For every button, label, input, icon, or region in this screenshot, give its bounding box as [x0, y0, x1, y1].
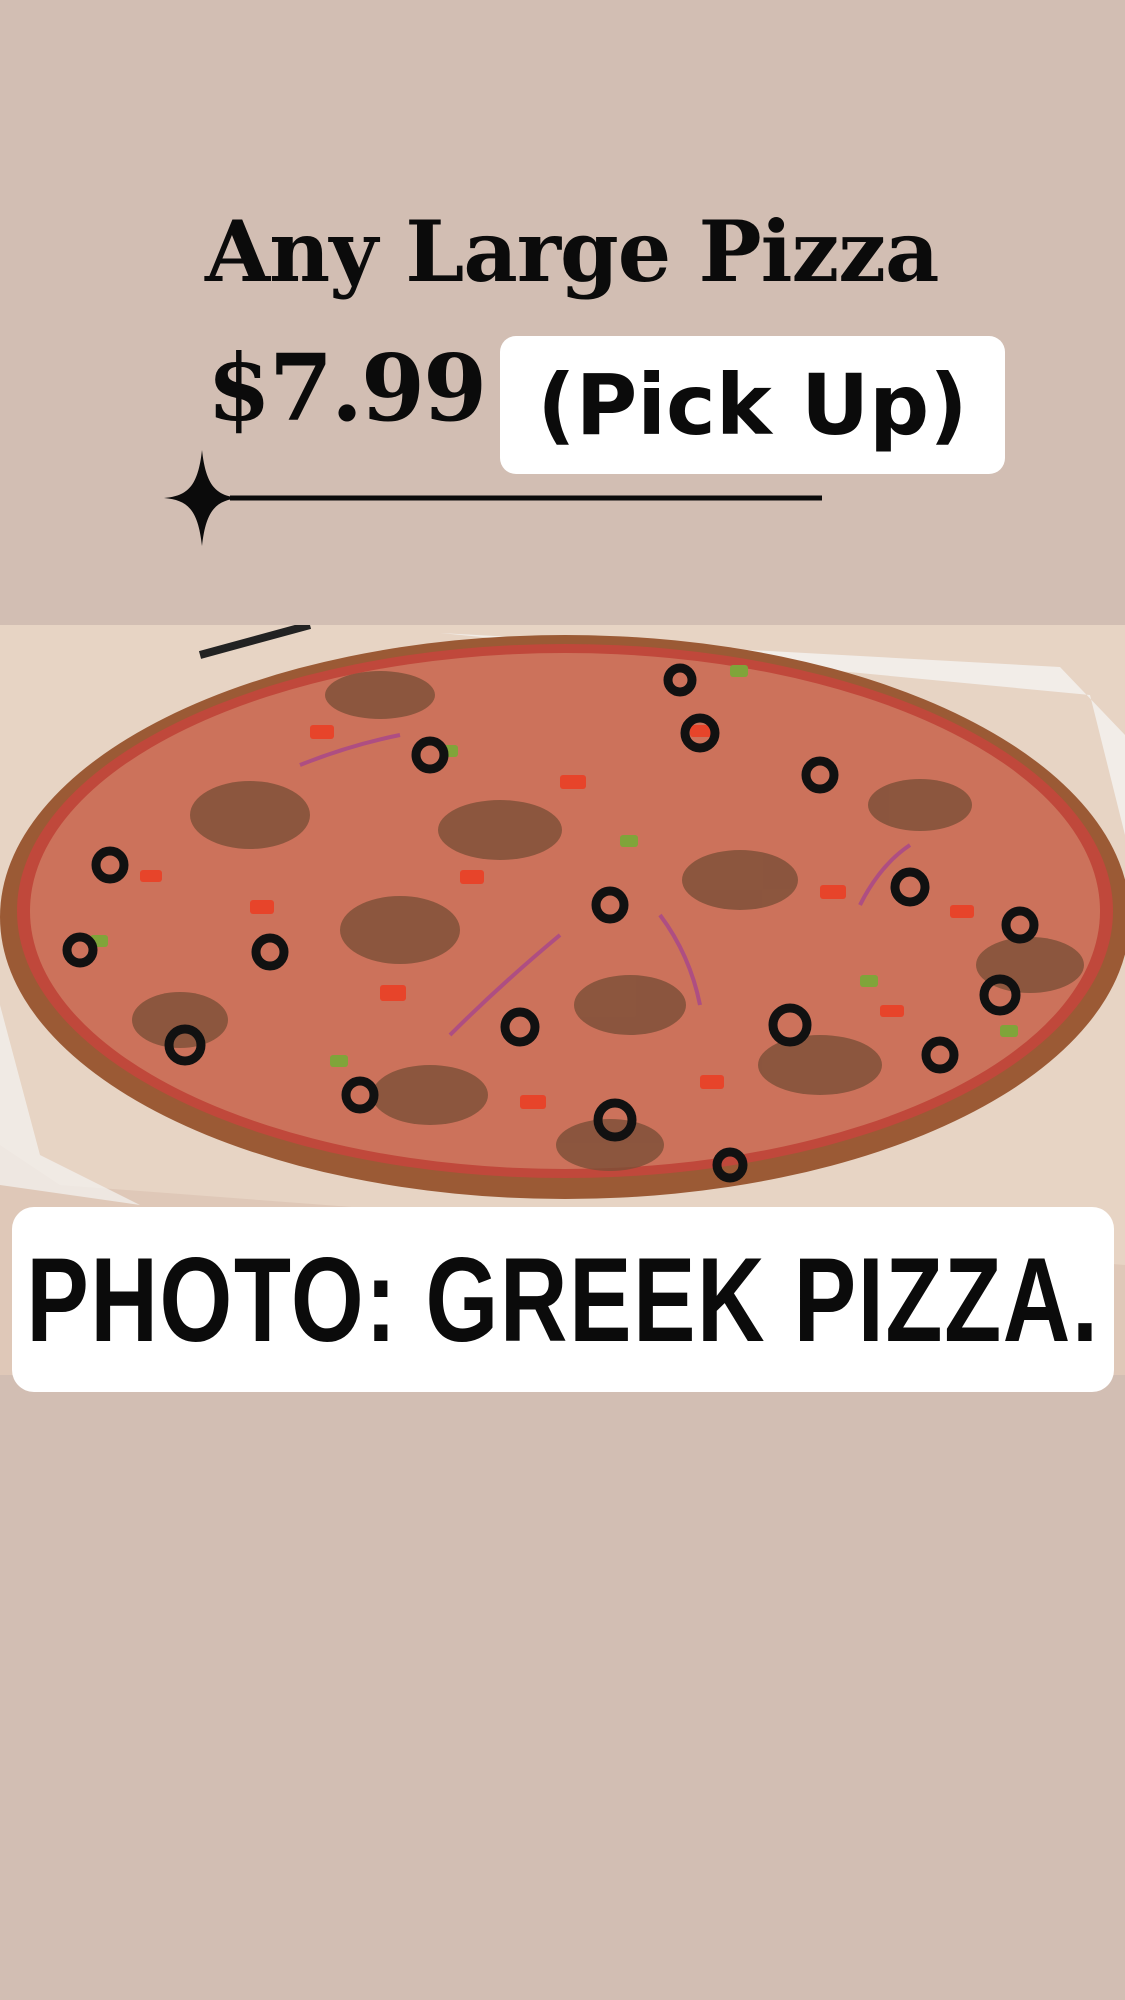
photo-caption: PHOTO: GREEK PIZZA. [12, 1207, 1114, 1392]
divider-line [230, 495, 822, 501]
promo-title: Any Large Pizza [205, 202, 939, 301]
photo-caption-text: PHOTO: GREEK PIZZA. [26, 1232, 1100, 1367]
sparkle-divider [164, 450, 822, 546]
pickup-badge-label: (Pick Up) [537, 356, 968, 454]
sparkle-icon [164, 450, 240, 546]
promo-price: $7.99 [207, 334, 487, 442]
